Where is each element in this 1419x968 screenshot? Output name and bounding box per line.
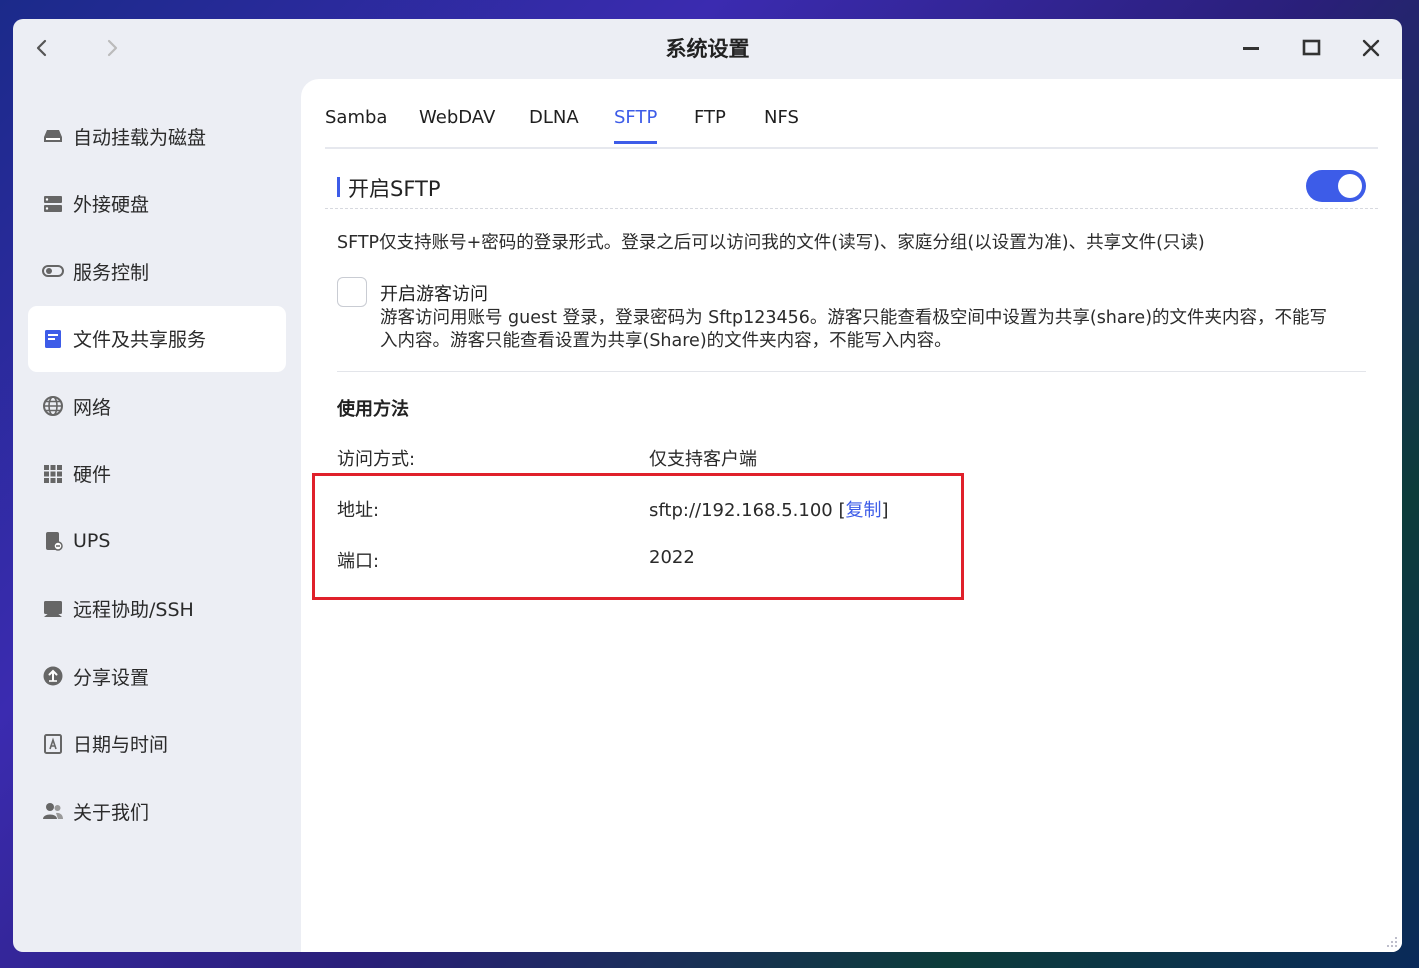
monitor-icon (42, 598, 64, 620)
share-icon (42, 665, 64, 687)
sidebar-item-label: 硬件 (73, 464, 112, 486)
sidebar: 自动挂载为磁盘 外接硬盘 服务控制 文件及共享服务 网络 硬件 UPS 远程协助… (28, 103, 286, 846)
sftp-description: SFTP仅支持账号+密码的登录形式。登录之后可以访问我的文件(读写)、家庭分组(… (337, 233, 1205, 253)
sidebar-item-label: 关于我们 (73, 801, 150, 824)
maximize-icon (1302, 39, 1321, 56)
sidebar-item-label: 分享设置 (73, 666, 150, 689)
close-button[interactable] (1356, 33, 1386, 63)
main-content: Samba WebDAV DLNA SFTP FTP NFS 开启SFTP SF… (301, 79, 1402, 952)
highlight-box (312, 473, 964, 600)
title-bar: 系统设置 (13, 19, 1402, 79)
resize-grip-icon[interactable] (1386, 936, 1398, 948)
sftp-enable-label: 开启SFTP (348, 177, 441, 201)
close-icon (1362, 39, 1380, 57)
sidebar-item-remote-ssh[interactable]: 远程协助/SSH (28, 576, 286, 642)
sidebar-item-network[interactable]: 网络 (28, 373, 286, 439)
access-method-label: 访问方式: (337, 449, 416, 470)
server-icon (42, 193, 64, 215)
tab-samba[interactable]: Samba (325, 107, 387, 141)
guest-access-title: 开启游客访问 (380, 284, 488, 305)
calendar-icon (42, 733, 64, 755)
tab-bar: Samba WebDAV DLNA SFTP FTP NFS (325, 79, 1378, 149)
sidebar-item-hardware[interactable]: 硬件 (28, 441, 286, 507)
sidebar-item-label: 网络 (73, 396, 112, 419)
window-title: 系统设置 (665, 37, 750, 61)
tab-ftp[interactable]: FTP (694, 107, 726, 141)
sidebar-item-ups[interactable]: UPS (28, 508, 286, 574)
sidebar-item-label: 外接硬盘 (73, 194, 150, 216)
sidebar-item-about[interactable]: 关于我们 (28, 778, 286, 844)
sidebar-item-label: 日期与时间 (73, 734, 169, 756)
sidebar-item-share-settings[interactable]: 分享设置 (28, 643, 286, 709)
toggle-icon (42, 260, 64, 282)
tab-sftp[interactable]: SFTP (614, 107, 658, 144)
sftp-enable-toggle[interactable] (1306, 170, 1366, 202)
sidebar-item-file-share[interactable]: 文件及共享服务 (28, 305, 286, 372)
grid-icon (42, 463, 64, 485)
sidebar-item-auto-mount[interactable]: 自动挂载为磁盘 (28, 103, 286, 169)
sidebar-item-service-control[interactable]: 服务控制 (28, 238, 286, 304)
sidebar-item-external-disk[interactable]: 外接硬盘 (28, 171, 286, 237)
minimize-icon (1243, 47, 1259, 50)
sidebar-item-label: 远程协助/SSH (73, 599, 194, 621)
section-accent-bar (337, 177, 340, 197)
file-share-icon (42, 328, 64, 350)
sidebar-item-label: 自动挂载为磁盘 (73, 126, 207, 149)
sidebar-item-label: UPS (73, 530, 111, 552)
guest-access-description: 游客访问用账号 guest 登录，登录密码为 Sftp123456。游客只能查看… (380, 308, 1328, 351)
sftp-enable-row: 开启SFTP (325, 169, 1378, 209)
maximize-button[interactable] (1296, 33, 1326, 63)
drive-icon (42, 125, 64, 147)
tab-webdav[interactable]: WebDAV (419, 107, 495, 141)
divider (337, 371, 1366, 372)
tab-nfs[interactable]: NFS (764, 107, 799, 141)
globe-icon (42, 395, 64, 417)
sidebar-item-label: 文件及共享服务 (73, 329, 207, 351)
guest-access-checkbox[interactable] (337, 277, 367, 307)
sidebar-item-date-time[interactable]: 日期与时间 (28, 711, 286, 777)
users-icon (42, 800, 64, 822)
sidebar-item-label: 服务控制 (73, 261, 150, 284)
access-method-value: 仅支持客户端 (649, 449, 757, 470)
usage-title: 使用方法 (337, 399, 409, 420)
settings-window: 系统设置 自动挂载为磁盘 外接硬盘 服务控制 文件及共享服务 网络 硬件 UPS… (13, 19, 1402, 952)
toggle-knob (1338, 174, 1362, 198)
tab-dlna[interactable]: DLNA (529, 107, 579, 141)
ups-icon (42, 530, 64, 552)
minimize-button[interactable] (1236, 33, 1266, 63)
